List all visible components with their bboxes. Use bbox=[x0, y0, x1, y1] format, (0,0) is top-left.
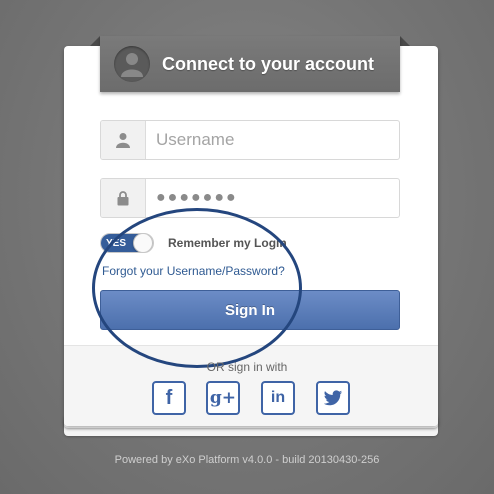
lock-icon bbox=[101, 179, 146, 217]
google-plus-button[interactable]: g+ bbox=[206, 381, 240, 415]
google-plus-icon: g+ bbox=[209, 388, 237, 408]
sign-in-button[interactable]: Sign In bbox=[100, 290, 400, 330]
card-footer bbox=[64, 345, 438, 426]
username-input[interactable] bbox=[146, 121, 399, 159]
user-icon bbox=[101, 121, 146, 159]
username-field bbox=[100, 120, 400, 160]
header-banner: Connect to your account bbox=[100, 36, 400, 92]
linkedin-button[interactable]: in bbox=[261, 381, 295, 415]
linkedin-icon: in bbox=[270, 389, 286, 406]
ribbon-fold-left bbox=[90, 36, 100, 46]
remember-label: Remember my Login bbox=[168, 236, 287, 250]
ribbon-fold-right bbox=[400, 36, 410, 46]
social-heading: OR sign in with bbox=[206, 360, 288, 374]
powered-by-text: Powered by eXo Platform v4.0.0 - build 2… bbox=[114, 454, 380, 466]
twitter-button[interactable] bbox=[316, 381, 350, 415]
forgot-password-link[interactable]: Forgot your Username/Password? bbox=[102, 264, 285, 278]
toggle-knob[interactable] bbox=[133, 234, 153, 252]
remember-toggle[interactable]: YES bbox=[100, 233, 154, 253]
user-avatar-icon bbox=[114, 46, 150, 82]
facebook-button[interactable]: f bbox=[152, 381, 186, 415]
page-title: Connect to your account bbox=[162, 53, 375, 74]
twitter-icon bbox=[323, 389, 343, 405]
facebook-icon: f bbox=[165, 386, 173, 409]
password-field bbox=[100, 178, 400, 218]
password-input[interactable] bbox=[146, 179, 399, 217]
